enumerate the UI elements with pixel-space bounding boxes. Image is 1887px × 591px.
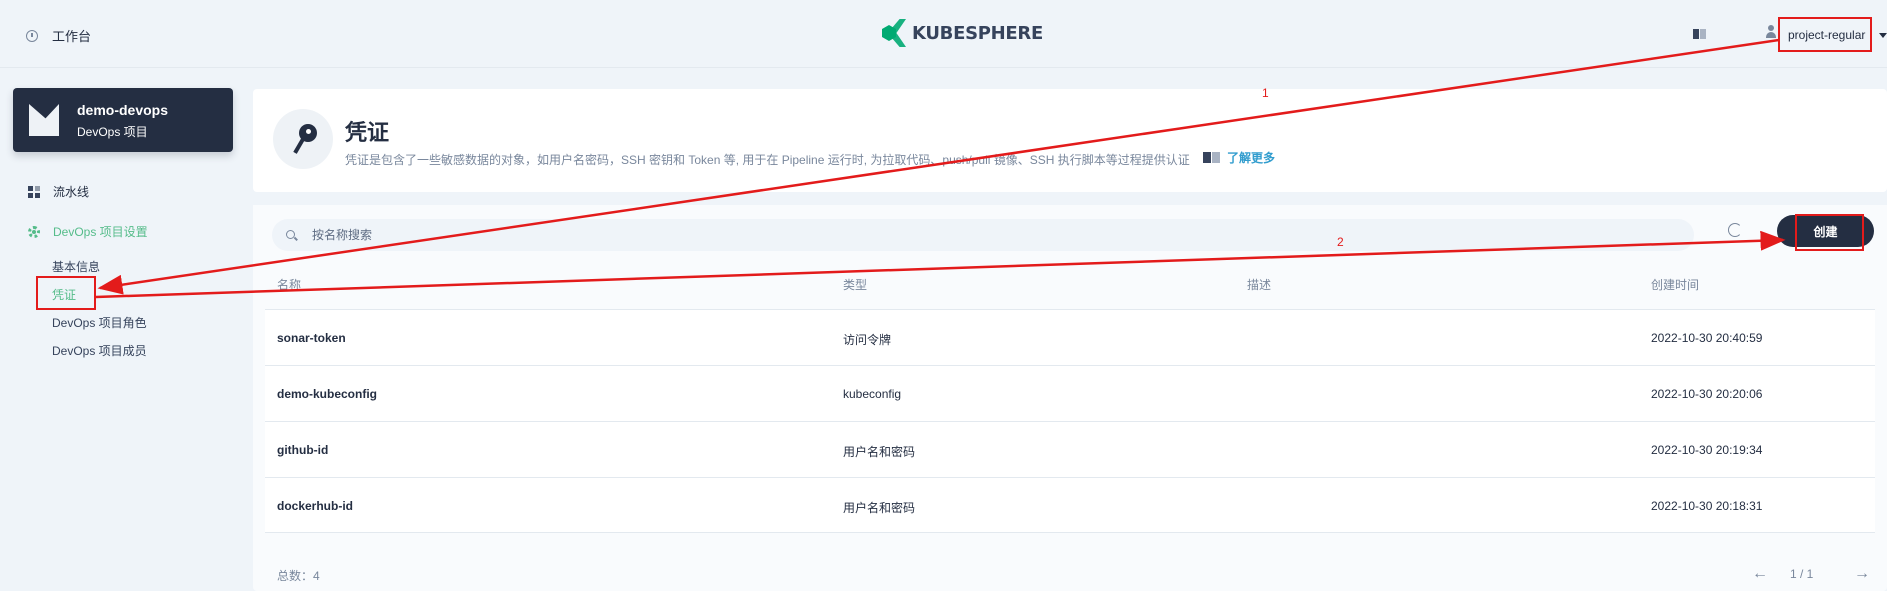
- credentials-panel: 创建 名称 类型 描述 创建时间 sonar-token 访问令牌 2022-1…: [253, 205, 1887, 591]
- page-indicator: 1 / 1: [1790, 567, 1814, 581]
- column-header-type: 类型: [843, 278, 868, 292]
- project-name: demo-devops: [77, 102, 169, 118]
- cell-type: 用户名和密码: [843, 445, 916, 459]
- chevron-down-icon[interactable]: [1879, 33, 1887, 38]
- cell-created: 2022-10-30 20:40:59: [1651, 331, 1763, 345]
- table-row[interactable]: sonar-token 访问令牌 2022-10-30 20:40:59: [265, 309, 1875, 365]
- cell-type: kubeconfig: [843, 387, 902, 401]
- page-title: 凭证: [345, 120, 390, 145]
- kubesphere-logo-icon: [882, 19, 906, 47]
- sidebar-item-label: 流水线: [53, 185, 90, 199]
- key-icon: [293, 124, 317, 154]
- cell-type: 用户名和密码: [843, 501, 916, 515]
- workbench-icon: [26, 29, 38, 42]
- total-count: 总数：4: [277, 569, 320, 583]
- sidebar-item-pipelines[interactable]: 流水线: [28, 183, 89, 200]
- learn-more-link[interactable]: 了解更多: [1203, 149, 1275, 166]
- sidebar-item-credentials[interactable]: 凭证: [52, 286, 76, 303]
- column-header-created[interactable]: 创建时间: [1651, 276, 1699, 293]
- sidebar-item-basic-info[interactable]: 基本信息: [52, 258, 100, 275]
- cell-name[interactable]: dockerhub-id: [277, 499, 353, 513]
- cell-created: 2022-10-30 20:20:06: [1651, 387, 1763, 401]
- table-row[interactable]: demo-kubeconfig kubeconfig 2022-10-30 20…: [265, 365, 1875, 421]
- docs-book-icon[interactable]: [1693, 29, 1707, 39]
- page-header: 凭证 凭证是包含了一些敏感数据的对象，如用户名密码，SSH 密钥和 Token …: [253, 89, 1887, 192]
- table-row[interactable]: github-id 用户名和密码 2022-10-30 20:19:34: [265, 421, 1875, 477]
- cell-created: 2022-10-30 20:19:34: [1651, 443, 1763, 457]
- user-menu[interactable]: project-regular: [1788, 28, 1865, 42]
- arrow-right-icon[interactable]: →: [1854, 565, 1870, 583]
- learn-more-label: 了解更多: [1227, 151, 1276, 165]
- project-card[interactable]: demo-devops DevOps 项目: [13, 88, 233, 152]
- gear-icon: [28, 225, 40, 238]
- table-row[interactable]: dockerhub-id 用户名和密码 2022-10-30 20:18:31: [265, 477, 1875, 533]
- kubesphere-logo[interactable]: KUBESPHERE: [882, 19, 1043, 47]
- cell-name[interactable]: github-id: [277, 443, 328, 457]
- user-icon: [1766, 25, 1776, 39]
- column-header-description: 描述: [1247, 278, 1272, 292]
- logo-text: KUBESPHERE: [912, 22, 1043, 44]
- credential-badge: [273, 109, 333, 169]
- cell-created: 2022-10-30 20:18:31: [1651, 499, 1763, 513]
- book-icon: [1203, 152, 1221, 163]
- sidebar-group-devops-settings[interactable]: DevOps 项目设置: [28, 223, 148, 240]
- sidebar-item-project-members[interactable]: DevOps 项目成员: [52, 342, 147, 359]
- workbench-label: 工作台: [52, 29, 92, 44]
- page-description: 凭证是包含了一些敏感数据的对象，如用户名密码，SSH 密钥和 Token 等, …: [345, 153, 1190, 167]
- refresh-icon[interactable]: [1728, 223, 1742, 237]
- cell-type: 访问令牌: [843, 333, 892, 347]
- arrow-left-icon[interactable]: ←: [1752, 565, 1768, 583]
- table-footer: 总数：4 ← 1 / 1 →: [265, 558, 1875, 588]
- workbench-link[interactable]: 工作台: [26, 26, 91, 45]
- sidebar-item-project-roles[interactable]: DevOps 项目角色: [52, 314, 147, 331]
- top-navbar: 工作台 KUBESPHERE project-regular: [0, 0, 1887, 68]
- cell-name[interactable]: demo-kubeconfig: [277, 387, 377, 401]
- table-header: 名称 类型 描述 创建时间: [265, 268, 1875, 298]
- devops-project-icon: [29, 104, 59, 136]
- table-toolbar: 创建: [253, 205, 1887, 257]
- search-bar[interactable]: [272, 219, 1694, 251]
- grid-icon: [28, 185, 40, 198]
- column-header-name[interactable]: 名称: [277, 276, 301, 293]
- search-icon: [286, 230, 295, 239]
- create-button[interactable]: 创建: [1777, 215, 1874, 247]
- sidebar-group-label: DevOps 项目设置: [53, 225, 148, 239]
- project-type: DevOps 项目: [77, 125, 148, 139]
- cell-name[interactable]: sonar-token: [277, 331, 346, 345]
- search-input[interactable]: [312, 219, 1682, 251]
